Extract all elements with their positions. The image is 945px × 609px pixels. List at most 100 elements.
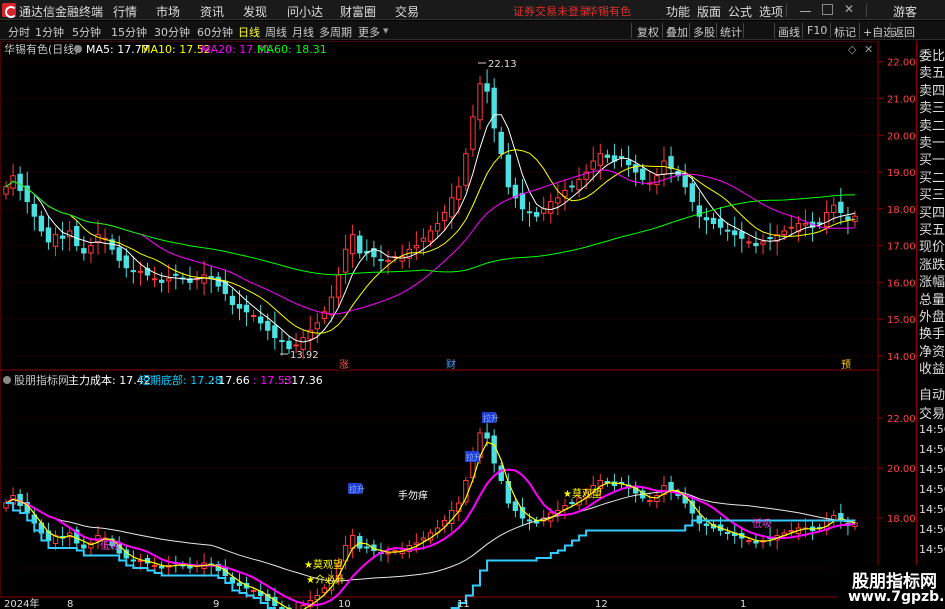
candle-body bbox=[335, 274, 342, 298]
candle-body bbox=[81, 248, 87, 254]
period-daily[interactable]: 日线 bbox=[238, 24, 260, 40]
toolbar-divider bbox=[689, 23, 690, 38]
period-weekly[interactable]: 周线 bbox=[265, 24, 287, 40]
maximize-icon[interactable] bbox=[822, 4, 833, 15]
trade-time: 14:56 bbox=[919, 543, 945, 556]
trade-label[interactable]: 交易 bbox=[919, 403, 945, 422]
candle-body bbox=[505, 154, 512, 188]
close-panel-icon[interactable]: ✕ bbox=[864, 43, 873, 56]
quote-field-label: 换手 bbox=[919, 327, 945, 343]
toolbar-divider bbox=[802, 23, 803, 38]
period-more[interactable]: 更多 bbox=[358, 24, 380, 40]
candle-body bbox=[724, 229, 731, 232]
trade-time: 14:56 bbox=[919, 483, 945, 496]
indicator-candle-body bbox=[746, 540, 752, 542]
candle-body bbox=[434, 223, 441, 232]
indicator-candle-body bbox=[321, 587, 328, 593]
main-axis-label: 20.00 bbox=[887, 131, 916, 142]
candle-body bbox=[689, 183, 695, 202]
indicator-candle-body bbox=[724, 532, 731, 534]
tool-blank[interactable] bbox=[750, 23, 770, 38]
tool-back[interactable]: 返回 bbox=[893, 24, 915, 40]
candle-body bbox=[661, 160, 667, 175]
quote-field-label: 买四 bbox=[919, 205, 945, 221]
diamond-icon[interactable]: ◇ bbox=[848, 43, 857, 56]
quote-field-label: 总量 bbox=[919, 292, 945, 308]
login-notice[interactable]: 证券交易未登录 bbox=[513, 3, 590, 19]
tool-multi-stock[interactable]: 多股 bbox=[693, 24, 715, 40]
close-icon[interactable]: ✕ bbox=[844, 2, 855, 16]
line5-label: : 17.36 bbox=[284, 374, 323, 387]
period-15min[interactable]: 15分钟 bbox=[111, 24, 147, 40]
menu-quotes[interactable]: 行情 bbox=[113, 3, 137, 20]
menu-options[interactable]: 选项 bbox=[759, 3, 783, 20]
candle-body bbox=[541, 208, 547, 214]
period-30min[interactable]: 30分钟 bbox=[154, 24, 190, 40]
event-mark-rise[interactable]: 涨 bbox=[339, 359, 349, 371]
candle-body bbox=[3, 186, 9, 195]
menu-function[interactable]: 功能 bbox=[666, 3, 690, 20]
candle-body bbox=[52, 234, 59, 247]
chart-title: 华锡有色(日线) bbox=[4, 42, 79, 56]
period-1min[interactable]: 1分钟 bbox=[35, 24, 64, 40]
main-price-axis: 22.00 21.00 20.00 19.00 18.00 17.00 16.00 15.00… bbox=[878, 58, 916, 363]
main-axis-label: 21.00 bbox=[887, 94, 916, 105]
quote-field-label: 现价 bbox=[919, 240, 945, 256]
indicator-candle-body bbox=[569, 502, 575, 504]
candle-body bbox=[250, 315, 257, 318]
candle-body bbox=[38, 215, 45, 232]
toolbar-divider bbox=[890, 23, 891, 38]
indicator-candle-body bbox=[647, 500, 653, 502]
period-timeshare[interactable]: 分时 bbox=[8, 24, 30, 40]
period-multi[interactable]: 多周期 bbox=[319, 24, 352, 40]
period-monthly[interactable]: 月线 bbox=[292, 24, 314, 40]
menu-formula[interactable]: 公式 bbox=[728, 3, 752, 20]
period-5min[interactable]: 5分钟 bbox=[72, 24, 101, 40]
main-axis-label: 15.00 bbox=[887, 315, 916, 326]
candle-body bbox=[45, 227, 52, 243]
menu-market[interactable]: 市场 bbox=[156, 3, 180, 20]
menu-ask[interactable]: 问小达 bbox=[287, 3, 323, 20]
tool-draw-line[interactable]: 画线 bbox=[778, 24, 800, 40]
indicator-candle-body bbox=[392, 550, 398, 552]
kline-chart[interactable]: 华锡有色(日线) MA5: 17.77 MA10: 17.52 MA20: 17… bbox=[0, 41, 916, 609]
quote-field-label: 买二 bbox=[919, 170, 945, 186]
menu-layout[interactable]: 版面 bbox=[697, 3, 721, 20]
short-bottom-label: 短期底部: 17.28 bbox=[139, 373, 222, 387]
menu-wealth[interactable]: 财富圈 bbox=[340, 3, 376, 20]
toolbar-divider bbox=[716, 23, 717, 38]
menu-news[interactable]: 资讯 bbox=[200, 3, 224, 20]
ma60-label: MA60: 18.31 bbox=[257, 43, 327, 56]
indicator-settings-icon[interactable] bbox=[3, 376, 11, 384]
candle-body bbox=[831, 204, 837, 214]
toolbar-divider bbox=[743, 23, 744, 38]
event-mark-finance[interactable]: 财 bbox=[446, 358, 456, 371]
more-chevron-icon[interactable]: ▾ bbox=[383, 24, 389, 37]
date-label-sep: 9 bbox=[213, 599, 219, 609]
date-label-dec: 12 bbox=[595, 599, 608, 609]
blue-tag-2: 拉升 bbox=[466, 452, 482, 462]
period-60min[interactable]: 60分钟 bbox=[197, 24, 233, 40]
menu-trade[interactable]: 交易 bbox=[395, 3, 419, 20]
settings-circle-icon[interactable] bbox=[74, 45, 82, 53]
candle-body bbox=[243, 304, 250, 313]
tool-overlay[interactable]: 叠加 bbox=[666, 24, 688, 40]
candle-body bbox=[845, 216, 851, 221]
indicator-candle-body bbox=[668, 482, 674, 491]
user-label[interactable]: 游客 bbox=[893, 3, 917, 20]
candle-body bbox=[59, 235, 66, 239]
auto-label[interactable]: 自动 bbox=[919, 384, 945, 403]
tool-restore-rights[interactable]: 复权 bbox=[637, 24, 659, 40]
tool-mark[interactable]: 标记 bbox=[834, 24, 856, 40]
menu-discover[interactable]: 发现 bbox=[243, 3, 267, 20]
tool-statistics[interactable]: 统计 bbox=[720, 24, 742, 40]
toolbar-divider bbox=[631, 23, 632, 38]
menu-bar: 通达信金融终端 行情 市场 资讯 发现 问小达 财富圈 交易 证券交易未登录 华… bbox=[0, 0, 945, 20]
tool-f10[interactable]: F10 bbox=[807, 24, 827, 37]
candle-body bbox=[668, 156, 674, 169]
minimize-icon[interactable] bbox=[800, 4, 811, 12]
event-mark-forecast[interactable]: 预 bbox=[841, 359, 851, 371]
low-price-label: 13.92 bbox=[290, 350, 319, 361]
menu-divider bbox=[866, 3, 867, 17]
menu-divider bbox=[786, 3, 787, 17]
